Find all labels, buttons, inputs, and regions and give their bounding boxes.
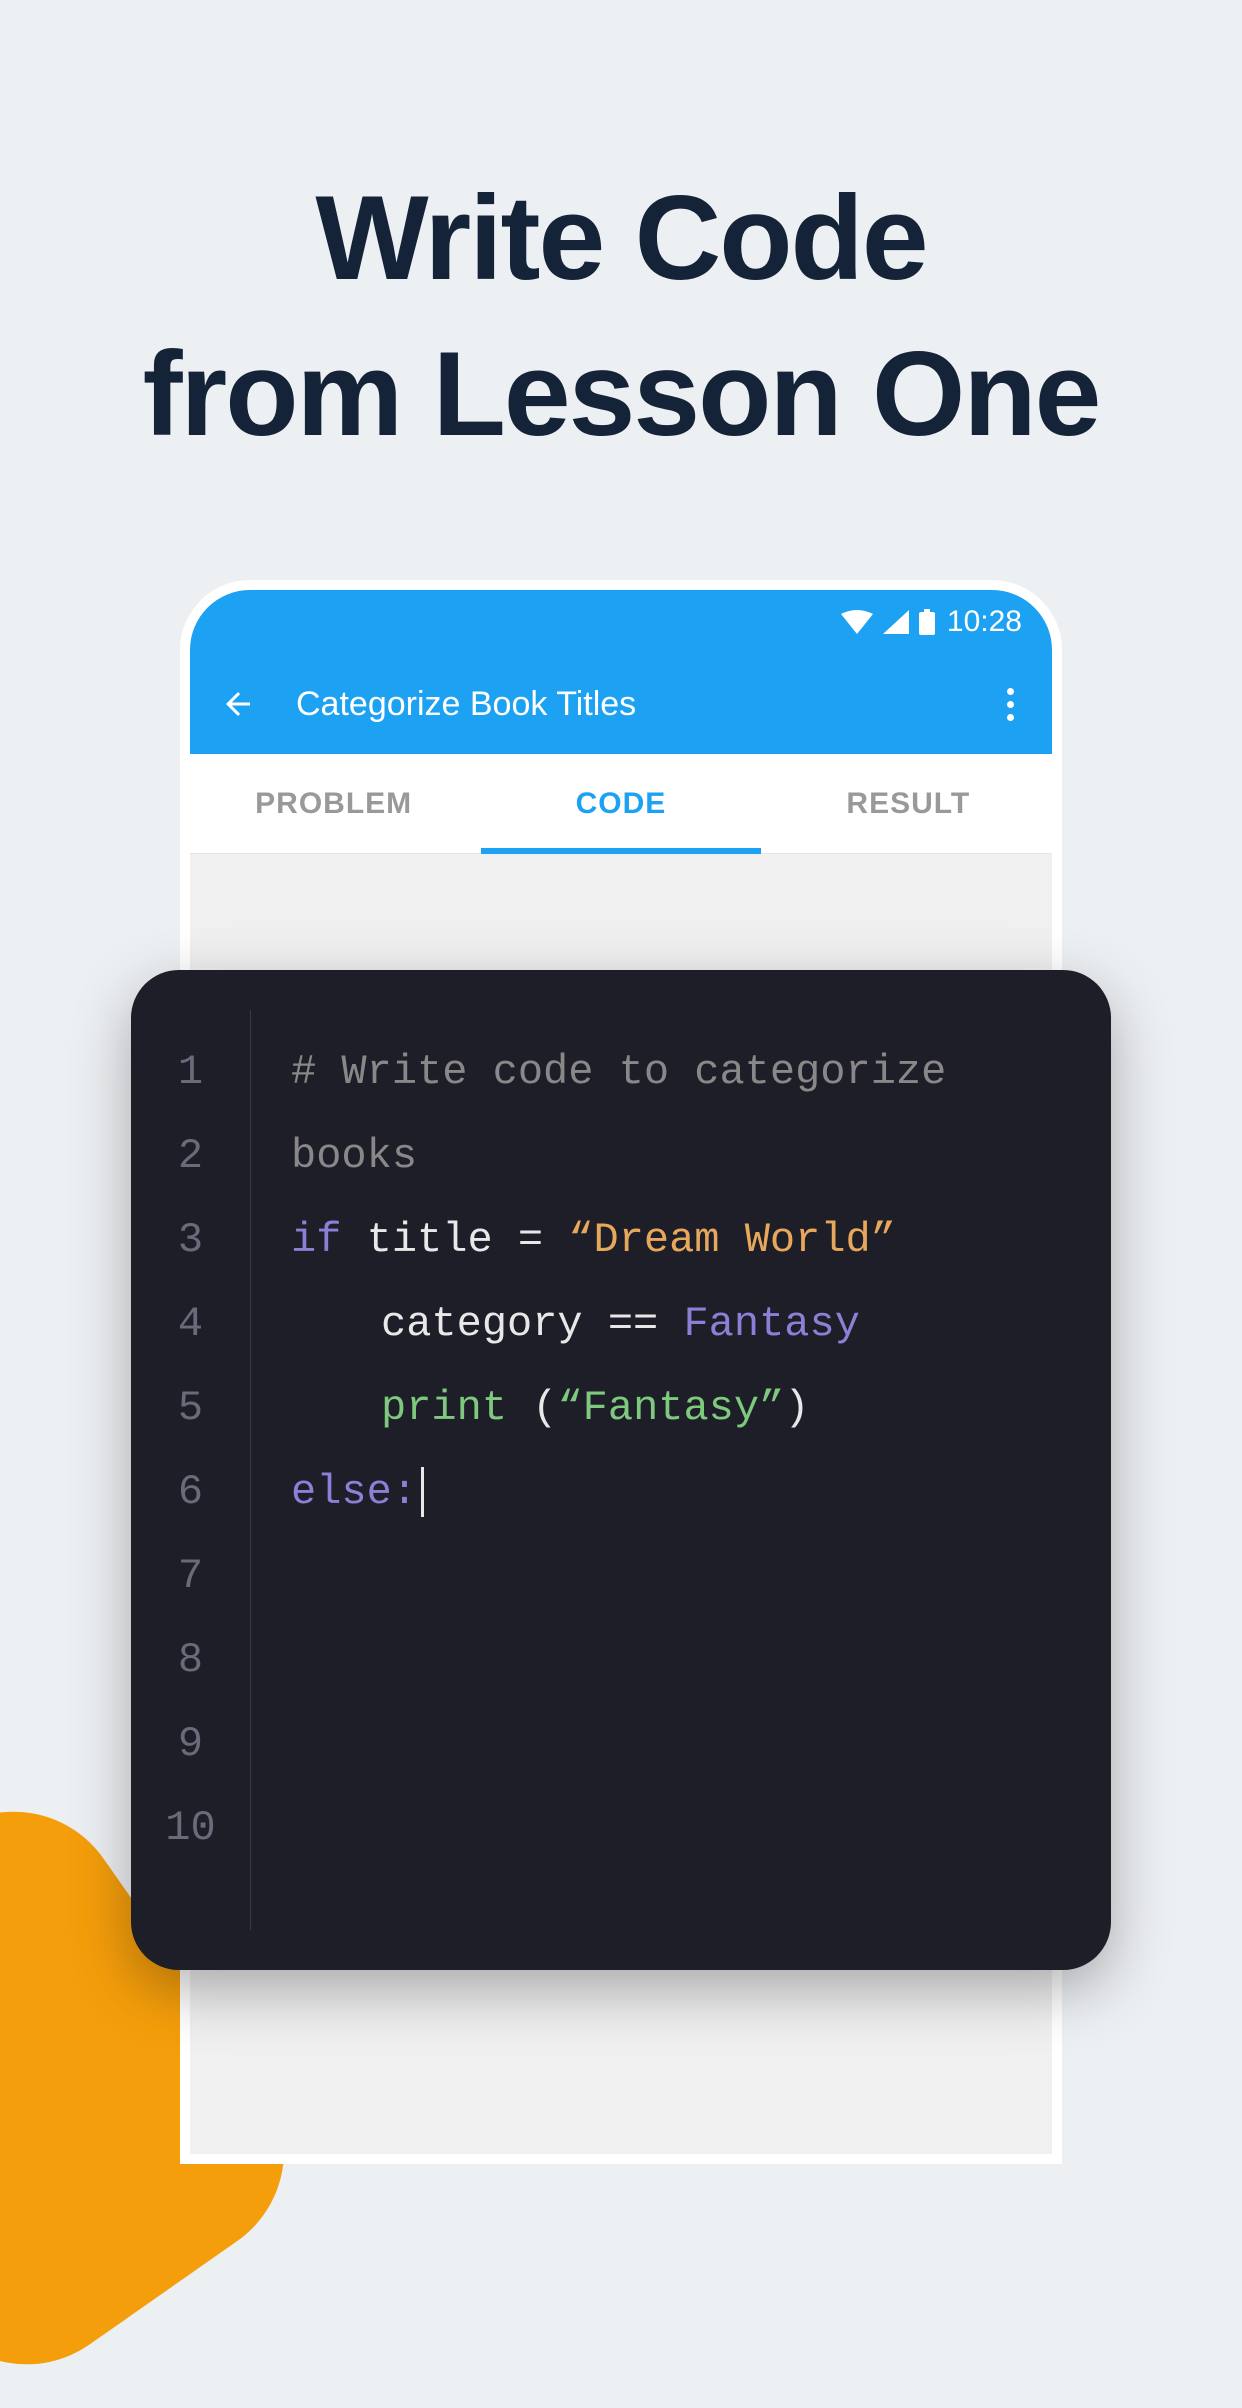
code-line-6: else: <box>291 1450 1071 1534</box>
tab-code[interactable]: CODE <box>477 754 764 853</box>
code-editor[interactable]: 1 2 3 4 5 6 7 8 9 10 # Write code to cat… <box>131 970 1111 1970</box>
code-line-4: category == Fantasy <box>291 1282 1071 1366</box>
line-number: 9 <box>178 1702 203 1786</box>
headline-line-2: from Lesson One <box>143 327 1100 461</box>
line-number: 4 <box>178 1282 203 1366</box>
wifi-icon <box>841 610 873 634</box>
tab-problem[interactable]: PROBLEM <box>190 754 477 853</box>
line-number: 5 <box>178 1366 203 1450</box>
status-icons <box>841 609 935 635</box>
line-number: 8 <box>178 1618 203 1702</box>
line-number: 2 <box>178 1114 203 1198</box>
code-line-5: print (“Fantasy”) <box>291 1366 1071 1450</box>
line-number: 1 <box>178 1030 203 1114</box>
code-content[interactable]: # Write code to categorize books if titl… <box>251 1010 1111 1930</box>
app-bar-title: Categorize Book Titles <box>296 685 959 724</box>
line-number: 6 <box>178 1450 203 1534</box>
status-time: 10:28 <box>947 605 1022 639</box>
line-number-gutter: 1 2 3 4 5 6 7 8 9 10 <box>131 1010 251 1930</box>
line-number: 7 <box>178 1534 203 1618</box>
text-cursor <box>421 1467 424 1517</box>
battery-icon <box>919 609 935 635</box>
status-bar: 10:28 <box>190 590 1052 654</box>
code-line-1: # Write code to categorize books <box>291 1030 1071 1198</box>
phone-mockup: 10:28 Categorize Book Titles PROBLEM COD… <box>190 590 1052 2154</box>
headline-line-1: Write Code <box>315 171 926 305</box>
more-vertical-icon <box>1007 688 1014 695</box>
arrow-left-icon <box>220 686 256 722</box>
tab-bar: PROBLEM CODE RESULT <box>190 754 1052 854</box>
page-headline: Write Code from Lesson One <box>0 0 1242 472</box>
line-number: 3 <box>178 1198 203 1282</box>
app-bar: Categorize Book Titles <box>190 654 1052 754</box>
code-line-3: if title = “Dream World” <box>291 1198 1071 1282</box>
signal-icon <box>883 610 909 634</box>
line-number: 10 <box>165 1786 215 1870</box>
back-button[interactable] <box>220 686 256 722</box>
tab-result[interactable]: RESULT <box>765 754 1052 853</box>
more-menu-button[interactable] <box>999 680 1022 729</box>
